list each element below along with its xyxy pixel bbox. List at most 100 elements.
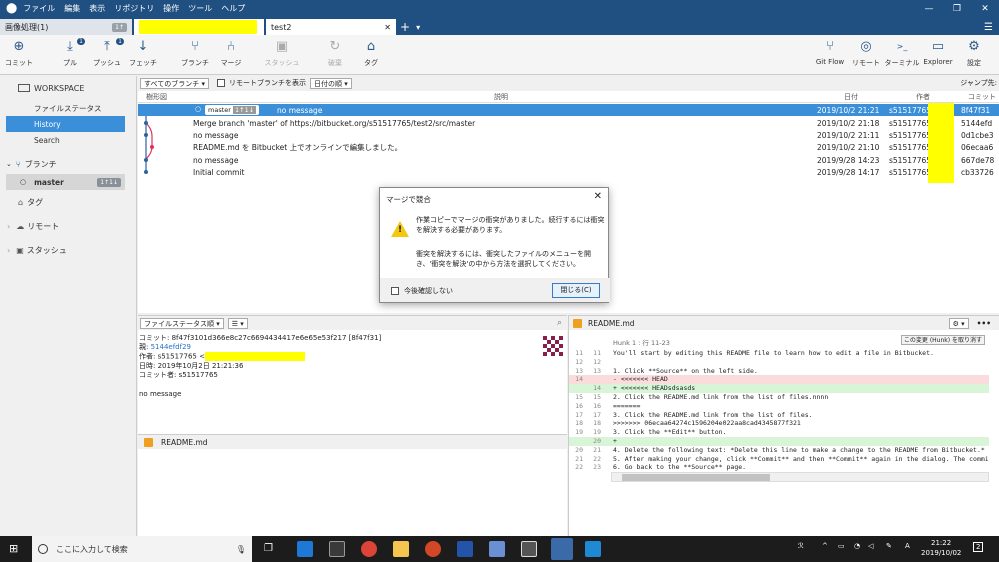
sidebar-item-search[interactable]: Search: [0, 132, 137, 148]
branch-button[interactable]: ⑂ ブランチ: [180, 39, 210, 68]
ime-mode-icon[interactable]: A: [905, 542, 910, 550]
tag-button[interactable]: ⌂ タグ: [358, 39, 384, 68]
col-description[interactable]: 説明: [494, 92, 508, 102]
scrollbar-thumb[interactable]: [622, 474, 770, 481]
view-mode-dropdown[interactable]: ☰ ▾: [227, 317, 248, 329]
stashes-header[interactable]: › ▣ スタッシュ: [0, 242, 137, 258]
col-author[interactable]: 作者: [916, 92, 930, 102]
photos-icon[interactable]: [521, 541, 537, 557]
menu-help[interactable]: ヘルプ: [221, 3, 245, 14]
commit-row[interactable]: ○ master 1↑1↓ no message 2019/10/2 21:21…: [138, 104, 999, 116]
show-remote-checkbox[interactable]: [216, 79, 225, 87]
push-button[interactable]: ⤒ 1 プッシュ: [92, 38, 124, 68]
battery-icon[interactable]: ▭: [838, 542, 845, 550]
commit-row[interactable]: Merge branch 'master' of https://bitbuck…: [138, 117, 999, 129]
sourcetree-taskbar-icon[interactable]: [551, 538, 573, 560]
powerpoint-icon[interactable]: [425, 541, 441, 557]
stash-button[interactable]: ▣ スタッシュ: [263, 39, 301, 68]
tab-test2[interactable]: test2 ✕: [266, 19, 396, 35]
app-r-icon[interactable]: [457, 541, 473, 557]
taskbar-search[interactable]: ここに入力して検索 🎙: [32, 536, 252, 562]
tray-chevron-icon[interactable]: ^: [822, 542, 828, 550]
fetch-button[interactable]: ↓ フェッチ: [129, 39, 157, 68]
detail-parent-link[interactable]: 5144efdf29: [151, 343, 191, 351]
fetch-label: フェッチ: [129, 59, 157, 67]
col-commit[interactable]: コミット: [968, 92, 996, 102]
dialog-close-icon[interactable]: ✕: [594, 191, 602, 202]
edge-icon[interactable]: [297, 541, 313, 557]
tags-header[interactable]: ⌂ タグ: [0, 194, 137, 210]
new-line-number: 13: [593, 366, 601, 375]
search-icon[interactable]: ⌕: [557, 318, 562, 328]
close-dialog-button[interactable]: 閉じる(C): [552, 283, 600, 298]
workspace-header[interactable]: WORKSPACE: [0, 80, 137, 96]
volume-icon[interactable]: ◁: [868, 542, 873, 550]
chrome-icon[interactable]: [361, 541, 377, 557]
tags-label: タグ: [27, 197, 44, 207]
sidebar-item-history[interactable]: History: [6, 116, 125, 132]
branch-filter-dropdown[interactable]: すべてのブランチ ▾: [140, 77, 209, 89]
people-icon[interactable]: ℛ: [798, 542, 804, 550]
menu-edit[interactable]: 編集: [64, 3, 80, 14]
maximize-button[interactable]: ❐: [943, 4, 971, 14]
old-line-number: 17: [575, 410, 583, 419]
tab-dropdown-icon[interactable]: ▾: [416, 23, 420, 32]
tab-repo-1[interactable]: 画像処理(1) 1↑: [0, 19, 132, 35]
windows-start-icon[interactable]: ⊞: [9, 542, 18, 555]
menu-actions[interactable]: 操作: [163, 3, 179, 14]
menu-repository[interactable]: リポジトリ: [114, 3, 154, 14]
diff-line-text: 3. Click the README.md link from the lis…: [613, 410, 813, 419]
network-icon[interactable]: ◔: [854, 542, 860, 550]
modified-file-icon: [573, 318, 582, 328]
commit-row[interactable]: README.md を Bitbucket 上でオンラインで編集しました。 201…: [138, 141, 999, 153]
push-badge: 1: [116, 38, 124, 45]
order-dropdown[interactable]: 日付の順 ▾: [309, 77, 352, 89]
merge-button[interactable]: ⑃ マージ: [218, 39, 244, 68]
app-icon[interactable]: [329, 541, 345, 557]
diff-options-dropdown[interactable]: ⚙ ▾: [948, 317, 969, 329]
vscode-icon[interactable]: [585, 541, 601, 557]
diff-line-text: 5. After making your change, click **Com…: [613, 454, 989, 463]
menu-view[interactable]: 表示: [89, 3, 105, 14]
file-explorer-icon[interactable]: [393, 541, 409, 557]
more-options-icon[interactable]: •••: [977, 319, 991, 328]
task-view-icon[interactable]: ❐: [264, 543, 273, 554]
tab-close-icon[interactable]: ✕: [384, 23, 391, 32]
dont-ask-checkbox[interactable]: [391, 287, 399, 295]
file-name[interactable]: README.md: [161, 438, 208, 447]
col-date[interactable]: 日付: [844, 92, 858, 102]
pen-icon[interactable]: ✎: [886, 542, 892, 550]
menu-file[interactable]: ファイル: [23, 3, 55, 14]
commit-row[interactable]: no message 2019/9/28 14:23 s51517765 667de7…: [138, 154, 999, 166]
horizontal-scrollbar[interactable]: [611, 472, 989, 482]
menu-tools[interactable]: ツール: [188, 3, 212, 14]
clock-date[interactable]: 2019/10/02: [921, 549, 961, 557]
branches-header[interactable]: ⌄ ⑂ ブランチ: [0, 156, 137, 172]
close-window-button[interactable]: ✕: [971, 4, 999, 14]
hamburger-menu-icon[interactable]: ☰: [984, 22, 993, 33]
diff-line: 20 21 4. Delete the following text: *Delet…: [569, 446, 989, 455]
remotes-header[interactable]: › ☁ リモート: [0, 218, 137, 234]
commit-row[interactable]: Initial commit 2019/9/28 14:17 s51517765 cb…: [138, 166, 999, 178]
pull-button[interactable]: ⤓ 1 プル: [57, 38, 85, 68]
clock-time[interactable]: 21:22: [931, 539, 951, 547]
git-flow-button[interactable]: ⑂ Git Flow: [814, 39, 846, 66]
commit-button[interactable]: ⊕ コミット: [4, 39, 34, 68]
discard-hunk-button[interactable]: この変更 (Hunk) を取り消す: [900, 335, 985, 345]
app-icon[interactable]: [489, 541, 505, 557]
col-graph[interactable]: 樹形図: [146, 92, 167, 102]
commit-row[interactable]: no message 2019/10/2 21:11 s51517765 0d1cbe…: [138, 129, 999, 141]
settings-button[interactable]: ⚙ 設定: [962, 39, 986, 68]
new-line-number: 15: [593, 393, 601, 401]
sidebar-branch-master[interactable]: ○ master 1↑1↓: [6, 174, 125, 190]
terminal-button[interactable]: >_ ターミナル: [884, 39, 920, 68]
file-sort-dropdown[interactable]: ファイルステータス順 ▾: [140, 317, 224, 329]
remote-button[interactable]: ◎ リモート: [851, 39, 881, 68]
discard-button[interactable]: ↻ 破棄: [322, 39, 348, 68]
sidebar-item-file-status[interactable]: ファイルステータス: [0, 100, 137, 116]
add-tab-button[interactable]: +: [400, 20, 410, 34]
tab-repo-2[interactable]: [134, 19, 264, 35]
explorer-button[interactable]: ▭ Explorer: [922, 39, 954, 66]
notification-icon[interactable]: 2: [973, 542, 984, 552]
minimize-button[interactable]: —: [915, 4, 943, 14]
